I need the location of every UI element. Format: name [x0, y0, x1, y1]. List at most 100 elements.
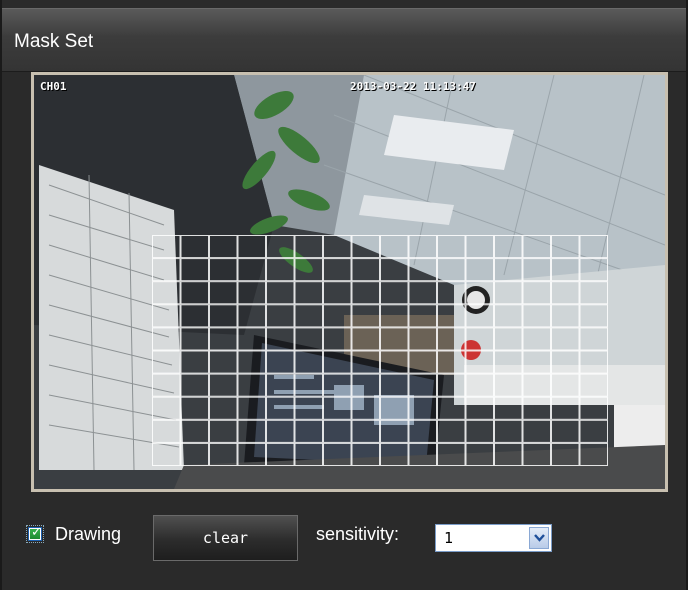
mask-cell[interactable]: [266, 350, 295, 374]
mask-cell[interactable]: [323, 235, 352, 259]
mask-cell[interactable]: [351, 350, 380, 374]
mask-cell[interactable]: [237, 442, 266, 466]
mask-cell[interactable]: [323, 327, 352, 351]
mask-cell[interactable]: [152, 396, 181, 420]
mask-cell[interactable]: [408, 396, 437, 420]
video-preview[interactable]: CH01 2013-03-22 11:13:47: [31, 72, 668, 492]
mask-cell[interactable]: [579, 327, 608, 351]
mask-cell[interactable]: [266, 304, 295, 328]
mask-cell[interactable]: [579, 350, 608, 374]
mask-cell[interactable]: [380, 281, 409, 305]
mask-cell[interactable]: [237, 373, 266, 397]
mask-cell[interactable]: [294, 327, 323, 351]
mask-cell[interactable]: [294, 258, 323, 282]
mask-cell[interactable]: [551, 419, 580, 443]
mask-cell[interactable]: [551, 258, 580, 282]
mask-cell[interactable]: [408, 281, 437, 305]
mask-cell[interactable]: [551, 373, 580, 397]
mask-cell[interactable]: [180, 281, 209, 305]
mask-cell[interactable]: [266, 396, 295, 420]
mask-cell[interactable]: [437, 281, 466, 305]
mask-cell[interactable]: [494, 304, 523, 328]
mask-cell[interactable]: [294, 350, 323, 374]
mask-cell[interactable]: [437, 327, 466, 351]
mask-cell[interactable]: [522, 304, 551, 328]
mask-cell[interactable]: [522, 373, 551, 397]
mask-cell[interactable]: [579, 235, 608, 259]
mask-cell[interactable]: [437, 235, 466, 259]
mask-cell[interactable]: [494, 258, 523, 282]
mask-cell[interactable]: [209, 258, 238, 282]
mask-cell[interactable]: [551, 281, 580, 305]
mask-cell[interactable]: [465, 396, 494, 420]
mask-cell[interactable]: [152, 442, 181, 466]
mask-cell[interactable]: [152, 235, 181, 259]
mask-cell[interactable]: [437, 304, 466, 328]
mask-cell[interactable]: [494, 281, 523, 305]
mask-cell[interactable]: [437, 419, 466, 443]
drawing-label[interactable]: Drawing: [55, 524, 121, 545]
mask-cell[interactable]: [180, 373, 209, 397]
mask-cell[interactable]: [266, 327, 295, 351]
mask-cell[interactable]: [551, 327, 580, 351]
mask-cell[interactable]: [494, 373, 523, 397]
mask-cell[interactable]: [237, 235, 266, 259]
mask-cell[interactable]: [465, 419, 494, 443]
mask-cell[interactable]: [209, 396, 238, 420]
mask-cell[interactable]: [465, 442, 494, 466]
mask-cell[interactable]: [437, 258, 466, 282]
mask-cell[interactable]: [380, 373, 409, 397]
mask-cell[interactable]: [180, 304, 209, 328]
mask-cell[interactable]: [522, 327, 551, 351]
mask-cell[interactable]: [551, 442, 580, 466]
mask-cell[interactable]: [323, 304, 352, 328]
chevron-down-icon[interactable]: [529, 527, 549, 549]
mask-cell[interactable]: [294, 304, 323, 328]
mask-cell[interactable]: [408, 258, 437, 282]
mask-cell[interactable]: [237, 281, 266, 305]
mask-cell[interactable]: [180, 327, 209, 351]
mask-cell[interactable]: [351, 419, 380, 443]
mask-cell[interactable]: [152, 304, 181, 328]
mask-cell[interactable]: [579, 396, 608, 420]
mask-cell[interactable]: [294, 419, 323, 443]
mask-cell[interactable]: [209, 304, 238, 328]
mask-cell[interactable]: [380, 419, 409, 443]
mask-cell[interactable]: [152, 258, 181, 282]
mask-cell[interactable]: [380, 442, 409, 466]
mask-cell[interactable]: [323, 442, 352, 466]
mask-cell[interactable]: [209, 373, 238, 397]
sensitivity-select[interactable]: 1: [435, 524, 552, 552]
mask-cell[interactable]: [152, 327, 181, 351]
mask-cell[interactable]: [266, 281, 295, 305]
mask-cell[interactable]: [351, 281, 380, 305]
mask-cell[interactable]: [294, 373, 323, 397]
mask-cell[interactable]: [522, 235, 551, 259]
mask-cell[interactable]: [323, 350, 352, 374]
mask-cell[interactable]: [237, 304, 266, 328]
mask-cell[interactable]: [380, 235, 409, 259]
mask-cell[interactable]: [579, 281, 608, 305]
mask-cell[interactable]: [180, 258, 209, 282]
mask-cell[interactable]: [522, 281, 551, 305]
mask-cell[interactable]: [408, 373, 437, 397]
mask-cell[interactable]: [380, 304, 409, 328]
mask-cell[interactable]: [380, 350, 409, 374]
mask-cell[interactable]: [323, 258, 352, 282]
mask-cell[interactable]: [551, 350, 580, 374]
mask-cell[interactable]: [551, 304, 580, 328]
mask-cell[interactable]: [209, 327, 238, 351]
mask-cell[interactable]: [494, 396, 523, 420]
mask-cell[interactable]: [465, 281, 494, 305]
mask-cell[interactable]: [323, 373, 352, 397]
mask-cell[interactable]: [522, 396, 551, 420]
mask-cell[interactable]: [408, 327, 437, 351]
mask-cell[interactable]: [494, 327, 523, 351]
mask-cell[interactable]: [437, 396, 466, 420]
mask-cell[interactable]: [351, 258, 380, 282]
mask-cell[interactable]: [380, 327, 409, 351]
mask-cell[interactable]: [180, 350, 209, 374]
mask-cell[interactable]: [266, 235, 295, 259]
mask-cell[interactable]: [323, 419, 352, 443]
mask-cell[interactable]: [551, 396, 580, 420]
